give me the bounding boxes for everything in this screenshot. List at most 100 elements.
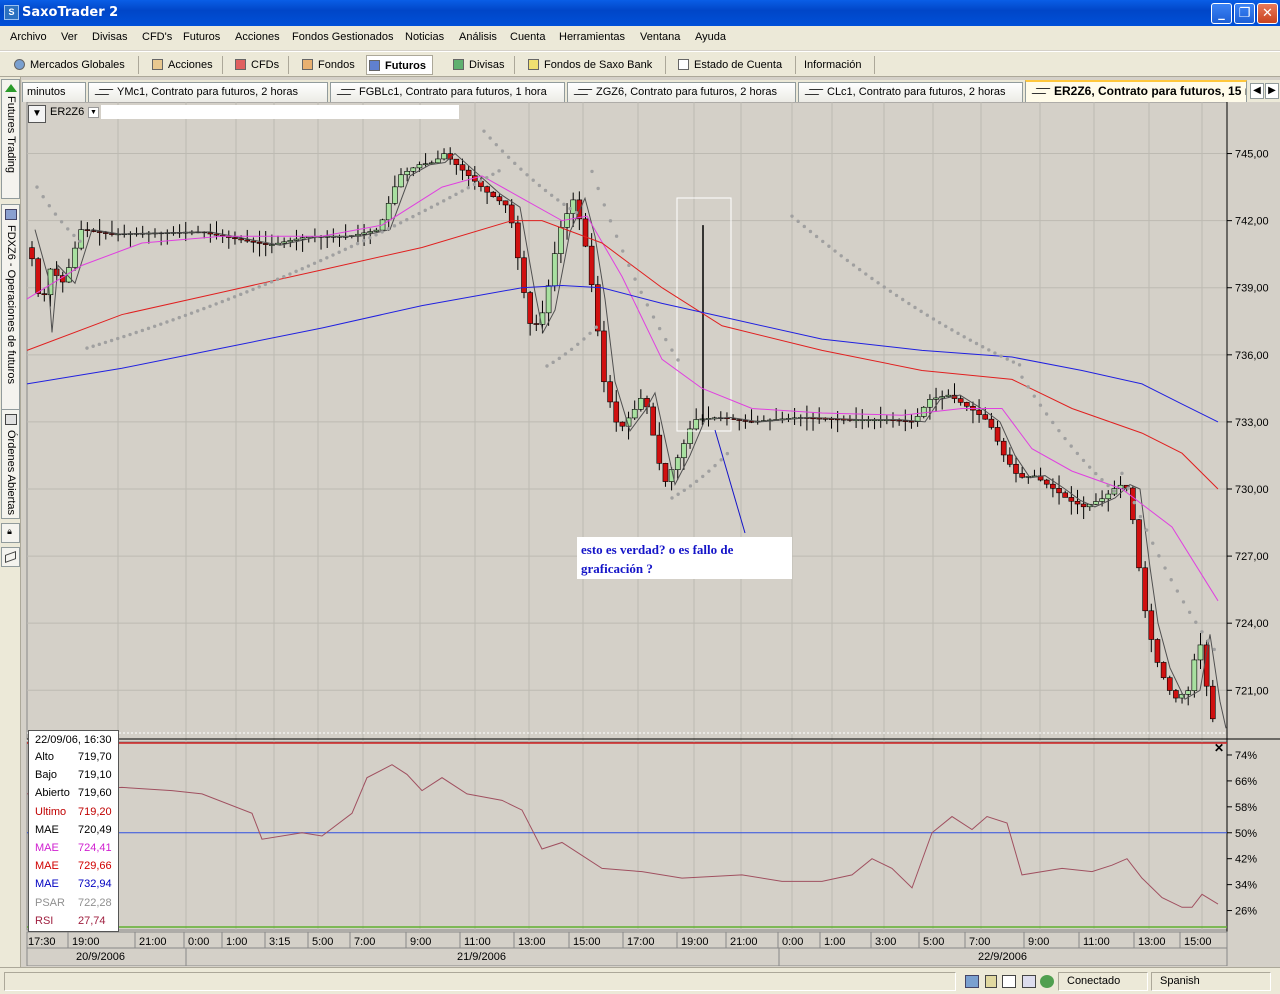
forex-icon <box>453 59 464 70</box>
status-bar: Conectado Spanish <box>0 967 1280 994</box>
window-icon <box>1002 975 1016 988</box>
menu-ayuda[interactable]: Ayuda <box>695 31 726 43</box>
candle-body <box>269 244 275 246</box>
candle-body <box>398 174 404 188</box>
toolbar-fondos-saxo[interactable]: Fondos de Saxo Bank <box>526 55 652 75</box>
menu-cfds[interactable]: CFD's <box>142 31 172 43</box>
tab-ymc1[interactable]: YMc1, Contrato para futuros, 2 horas <box>88 82 328 102</box>
toolbar-acciones[interactable]: Acciones <box>150 55 213 75</box>
toolbar-divisas[interactable]: Divisas <box>451 55 504 75</box>
time-tick-label: 5:00 <box>923 936 944 948</box>
psar-dot <box>701 474 705 479</box>
menu-noticias[interactable]: Noticias <box>405 31 444 43</box>
price-tick-label: 736,00 <box>1235 350 1269 362</box>
toolbar-label: Fondos <box>318 59 355 71</box>
psar-dot <box>214 302 218 306</box>
symbol-search-field[interactable] <box>101 105 459 119</box>
toolbar-informacion[interactable]: Información <box>786 55 861 75</box>
info-value: 720,49 <box>78 823 112 836</box>
menu-archivo[interactable]: Archivo <box>10 31 47 43</box>
psar-dot <box>919 309 923 314</box>
side-tab-extra-1[interactable]: 🔒︎ <box>1 523 20 543</box>
annotation-note: esto es verdad? o es fallo de graficació… <box>577 537 792 579</box>
toolbar-cfds[interactable]: CFDs <box>233 55 279 75</box>
psar-dot <box>876 281 880 285</box>
candle-body <box>1191 659 1198 692</box>
price-tick-label: 733,00 <box>1235 417 1269 429</box>
time-tick-label: 0:00 <box>188 936 209 948</box>
candle-body <box>920 406 927 417</box>
psar-dot <box>1181 600 1186 604</box>
candle-body <box>109 233 115 235</box>
psar-dot <box>925 313 929 317</box>
menu-cuenta[interactable]: Cuenta <box>510 31 545 43</box>
maximize-button[interactable]: ❐ <box>1234 3 1255 24</box>
toolbar-estado-cuenta[interactable]: Estado de Cuenta <box>676 55 782 75</box>
psar-dot <box>937 320 942 325</box>
info-label: MAE <box>35 842 59 854</box>
psar-dot <box>202 306 206 311</box>
tabs-scroll-left[interactable]: ◀ <box>1250 83 1264 99</box>
candle-body <box>361 232 367 235</box>
psar-dot <box>851 263 856 267</box>
side-tab-extra-2[interactable] <box>1 547 20 567</box>
minimize-button[interactable]: _ <box>1211 3 1232 24</box>
psar-dot <box>288 272 292 276</box>
menu-herramientas[interactable]: Herramientas <box>559 31 625 43</box>
time-tick-label: 1:00 <box>824 936 845 948</box>
title-bar: S SaxoTrader 2 _ ❐ ✕ <box>0 0 1280 26</box>
connection-status-icon <box>1040 975 1054 988</box>
psar-dot <box>821 239 825 244</box>
info-value: 729,66 <box>78 860 112 873</box>
side-tab-label: Órdenes Abiertas <box>5 430 17 515</box>
menu-analisis[interactable]: Análisis <box>459 31 497 43</box>
psar-dot <box>574 210 578 215</box>
psar-dot <box>1112 489 1116 493</box>
symbol-label: ER2Z6 <box>50 106 85 118</box>
psar-dot <box>931 317 936 321</box>
psar-dot <box>152 324 157 328</box>
toolbar-label: Futuros <box>385 60 426 72</box>
tab-minutos[interactable]: minutos <box>22 82 86 102</box>
toolbar-futuros[interactable]: Futuros <box>366 55 433 75</box>
tab-clc1[interactable]: CLc1, Contrato para futuros, 2 horas <box>798 82 1023 102</box>
psar-dot <box>35 185 39 189</box>
menu-ver[interactable]: Ver <box>61 31 78 43</box>
close-button[interactable]: ✕ <box>1257 3 1278 24</box>
psar-dot <box>319 258 323 263</box>
tab-zgz6[interactable]: ZGZ6, Contrato para futuros, 2 horas <box>567 82 796 102</box>
candle-body <box>976 409 982 415</box>
psar-dot <box>494 142 498 147</box>
menu-acciones[interactable]: Acciones <box>235 31 280 43</box>
time-tick-label: 9:00 <box>410 936 431 948</box>
info-label: MAE <box>35 878 59 891</box>
close-indicator-icon[interactable]: ✕ <box>1214 741 1224 755</box>
menu-futuros[interactable]: Futuros <box>183 31 220 43</box>
candle-body <box>244 239 251 242</box>
tab-fgblc1[interactable]: FGBLc1, Contrato para futuros, 1 hora <box>330 82 565 102</box>
toolbar-label: Divisas <box>469 59 505 71</box>
tab-label: CLc1, Contrato para futuros, 2 horas <box>827 86 1006 98</box>
toolbar-mercados-globales[interactable]: Mercados Globales <box>12 55 125 75</box>
psar-dot <box>171 318 175 322</box>
psar-dot <box>47 204 51 208</box>
psar-dot <box>53 212 58 216</box>
side-tab-ordenes[interactable]: Órdenes Abiertas <box>1 409 20 519</box>
menu-fondos-gestionados[interactable]: Fondos Gestionados <box>292 31 394 43</box>
toolbar-fondos[interactable]: Fondos <box>300 55 355 75</box>
info-row: MAE 732,94 <box>35 878 115 896</box>
tabs-scroll-right[interactable]: ▶ <box>1265 83 1279 99</box>
tab-er2z6[interactable]: ER2Z6, Contrato para futuros, 15 minutos <box>1025 80 1247 102</box>
candle-body <box>490 191 497 198</box>
menu-divisas[interactable]: Divisas <box>92 31 127 43</box>
symbol-dropdown[interactable]: ▼ <box>88 107 99 118</box>
candle-body <box>1056 488 1062 494</box>
psar-dot <box>1057 428 1061 433</box>
menu-ventana[interactable]: Ventana <box>640 31 680 43</box>
chart-menu-button[interactable]: ▼ <box>28 105 46 123</box>
psar-dot <box>594 325 598 329</box>
side-tab-futures-trading[interactable]: Futures Trading <box>1 79 20 199</box>
psar-dot <box>239 292 243 297</box>
tab-label: YMc1, Contrato para futuros, 2 horas <box>117 86 298 98</box>
price-chart[interactable]: 745,00 742,00 739,00 736,00 733,00 730,00 727,… <box>22 101 1280 967</box>
